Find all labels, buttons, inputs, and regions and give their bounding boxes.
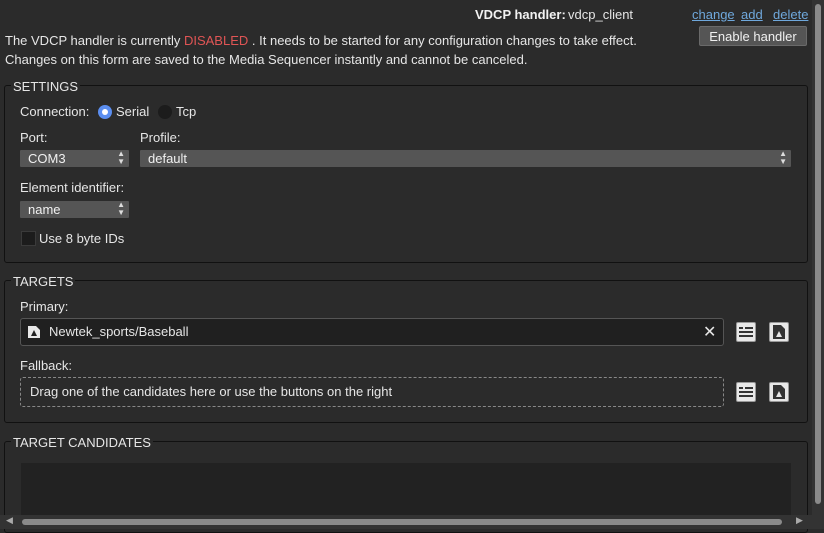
primary-label: Primary: [20, 299, 69, 314]
pick-scene-button-fallback[interactable] [769, 382, 789, 402]
delete-link[interactable]: delete [773, 7, 808, 22]
handler-label: VDCP handler: [475, 7, 566, 22]
status-line-2: Changes on this form are saved to the Me… [5, 52, 528, 67]
profile-select[interactable]: default ▲ ▼ [140, 150, 791, 167]
browse-list-button-fallback[interactable] [736, 382, 756, 402]
use8-checkbox[interactable] [21, 231, 36, 246]
profile-label: Profile: [140, 130, 181, 145]
status-suffix: . It needs to be started for any configu… [251, 33, 637, 48]
connection-label: Connection: [20, 104, 90, 119]
primary-target-field[interactable]: Newtek_sports/Baseball ✕ [20, 318, 724, 346]
status-badge: DISABLED [183, 33, 249, 48]
port-label: Port: [20, 130, 48, 145]
port-value: COM3 [28, 151, 66, 166]
profile-value: default [148, 151, 188, 166]
element-identifier-value: name [28, 202, 61, 217]
tcp-radio[interactable] [158, 105, 172, 119]
scroll-right-icon[interactable]: ▶ [796, 515, 803, 526]
serial-radio[interactable] [98, 105, 112, 119]
fallback-placeholder: Drag one of the candidates here or use t… [30, 384, 393, 399]
vertical-scroll-thumb[interactable] [815, 4, 821, 504]
element-identifier-select[interactable]: name ▲ ▼ [20, 201, 129, 218]
status-prefix: The VDCP handler is currently [5, 33, 181, 48]
fallback-target-field[interactable]: Drag one of the candidates here or use t… [20, 377, 724, 407]
fallback-label: Fallback: [20, 358, 73, 373]
status-line-1: The VDCP handler is currently DISABLED .… [5, 33, 637, 48]
settings-legend: SETTINGS [11, 79, 81, 94]
horizontal-scroll-thumb[interactable] [22, 519, 782, 525]
scene-icon [773, 325, 785, 339]
targets-legend: TARGETS [11, 274, 76, 289]
candidates-list[interactable] [21, 463, 791, 515]
change-link[interactable]: change [692, 7, 735, 22]
handler-value: vdcp_client [568, 7, 634, 22]
pick-scene-button[interactable] [769, 322, 789, 342]
use8-label[interactable]: Use 8 byte IDs [39, 231, 124, 246]
candidates-legend: TARGET CANDIDATES [11, 435, 153, 450]
browse-list-button[interactable] [736, 322, 756, 342]
add-link[interactable]: add [741, 7, 763, 22]
enable-handler-button[interactable]: Enable handler [699, 26, 807, 46]
updown-icon: ▲ ▼ [117, 149, 125, 166]
updown-icon: ▲ ▼ [779, 149, 787, 166]
horizontal-scrollbar[interactable]: ◀ ▶ [0, 515, 812, 529]
tcp-label[interactable]: Tcp [176, 104, 196, 119]
vertical-scrollbar[interactable] [812, 0, 824, 529]
updown-icon: ▲ ▼ [117, 200, 125, 217]
port-select[interactable]: COM3 ▲ ▼ [20, 150, 129, 167]
list-icon [739, 387, 753, 397]
scene-icon [773, 385, 785, 399]
serial-label[interactable]: Serial [116, 104, 149, 119]
primary-target-value: Newtek_sports/Baseball [49, 324, 189, 339]
scene-icon [28, 326, 40, 338]
scroll-left-icon[interactable]: ◀ [6, 515, 13, 526]
element-identifier-label: Element identifier: [20, 180, 125, 195]
list-icon [739, 327, 753, 337]
close-icon[interactable]: ✕ [703, 322, 716, 342]
